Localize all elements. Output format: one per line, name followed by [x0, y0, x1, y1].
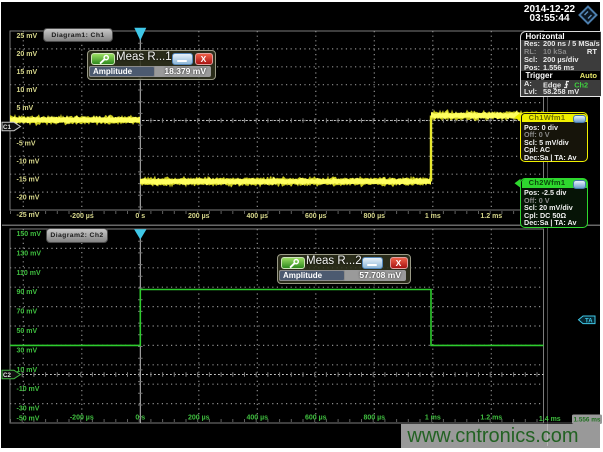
svg-text:800 µs: 800 µs [364, 213, 386, 220]
svg-text:25 mV: 25 mV [17, 33, 38, 40]
svg-text:20 mV: 20 mV [17, 51, 38, 58]
svg-text:70 mV: 70 mV [17, 309, 38, 316]
svg-text:-15 mV: -15 mV [17, 176, 40, 183]
svg-text:5 mV: 5 mV [17, 105, 34, 112]
svg-text:1 ms: 1 ms [425, 415, 441, 422]
svg-text:15 mV: 15 mV [17, 69, 38, 76]
svg-text:600 µs: 600 µs [305, 213, 327, 220]
svg-text:-25 mV: -25 mV [17, 212, 40, 219]
svg-text:-200 µs: -200 µs [70, 213, 94, 220]
svg-text:1.2 ms: 1.2 ms [480, 213, 502, 220]
svg-text:1.2 ms: 1.2 ms [480, 415, 502, 422]
svg-text:TA: TA [585, 318, 593, 324]
svg-text:-10 mV: -10 mV [17, 386, 40, 393]
svg-text:1 ms: 1 ms [425, 213, 441, 220]
svg-text:10 mV: 10 mV [17, 87, 38, 94]
svg-text:-5 mV: -5 mV [17, 141, 36, 148]
svg-text:-200 µs: -200 µs [70, 415, 94, 422]
svg-text:90 mV: 90 mV [17, 289, 38, 296]
svg-text:C2: C2 [3, 372, 11, 379]
svg-text:200 µs: 200 µs [188, 213, 210, 220]
svg-text:110 mV: 110 mV [17, 270, 41, 277]
svg-text:130 mV: 130 mV [17, 250, 42, 257]
svg-text:0 s: 0 s [135, 213, 145, 220]
svg-text:400 µs: 400 µs [247, 213, 269, 220]
svg-text:-50 mV: -50 mV [17, 416, 40, 423]
svg-text:150 mV: 150 mV [17, 231, 42, 238]
svg-text:-10 mV: -10 mV [17, 159, 40, 166]
svg-text:10 mV: 10 mV [17, 367, 38, 374]
svg-text:30 mV: 30 mV [17, 347, 38, 354]
svg-text:200 µs: 200 µs [188, 415, 210, 422]
svg-text:C1: C1 [3, 124, 11, 131]
svg-text:600 µs: 600 µs [305, 415, 327, 422]
svg-text:-30 mV: -30 mV [17, 406, 40, 413]
svg-text:50 mV: 50 mV [17, 328, 38, 335]
svg-text:1.556 ms: 1.556 ms [573, 417, 600, 424]
svg-text:0 s: 0 s [135, 415, 145, 422]
svg-text:800 µs: 800 µs [364, 415, 386, 422]
svg-text:-20 mV: -20 mV [17, 194, 40, 201]
svg-text:400 µs: 400 µs [247, 415, 269, 422]
svg-text:1.4 ms: 1.4 ms [539, 416, 561, 423]
